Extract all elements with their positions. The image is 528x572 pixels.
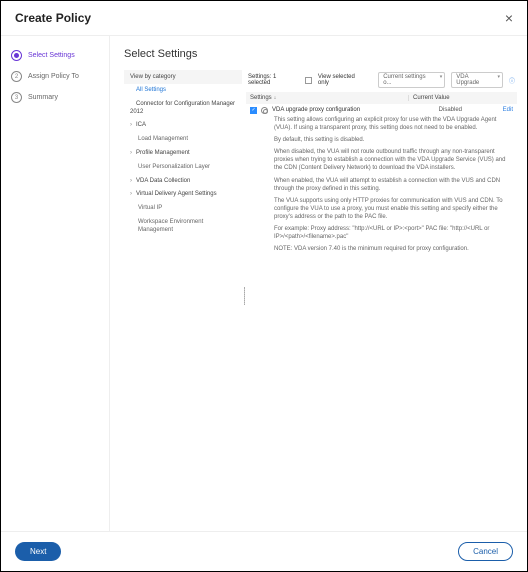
dialog-footer: Next Cancel [1, 531, 527, 571]
settings-rows: VDA upgrade proxy configuration Disabled… [246, 104, 517, 521]
cat-vda-data-collection[interactable]: ›VDA Data Collection [124, 175, 242, 189]
view-selected-label: View selected only [318, 74, 366, 86]
cat-virtual-ip[interactable]: Virtual IP [124, 202, 242, 216]
cat-ica[interactable]: ›ICA [124, 119, 242, 133]
col-current-value[interactable]: Current Value [413, 95, 493, 101]
step-select-settings[interactable]: Select Settings [11, 50, 99, 61]
sort-icon: ↓ [274, 95, 277, 101]
next-button[interactable]: Next [15, 542, 61, 561]
settings-detail: Settings: 1 selected View selected only … [246, 70, 517, 521]
step-number-icon: 2 [11, 71, 22, 82]
cat-all-settings[interactable]: All Settings [124, 84, 242, 98]
settings-toolbar: Settings: 1 selected View selected only … [246, 70, 517, 92]
setting-name: VDA upgrade proxy configuration [272, 107, 435, 113]
dialog-title: Create Policy [15, 11, 91, 25]
step-active-icon [11, 50, 22, 61]
step-number-icon: 3 [11, 92, 22, 103]
main-panel: Select Settings View by category All Set… [110, 36, 527, 531]
col-settings[interactable]: Settings↓ [250, 95, 404, 101]
row-checkbox[interactable] [250, 107, 257, 114]
settings-table-header: Settings↓ Current Value [246, 92, 517, 104]
panel-title: Select Settings [124, 48, 517, 60]
settings-content: View by category All Settings Connector … [124, 70, 517, 521]
close-icon[interactable]: × [505, 11, 513, 25]
setting-row-vda-upgrade-proxy: VDA upgrade proxy configuration Disabled… [246, 104, 517, 262]
cat-workspace-env-mgmt[interactable]: Workspace Environment Management [124, 216, 242, 238]
cat-load-management[interactable]: Load Management [124, 133, 242, 147]
wizard-steps: Select Settings 2 Assign Policy To 3 Sum… [1, 36, 109, 531]
version-filter-select[interactable]: Current settings o... [378, 72, 445, 88]
cat-connector-cm2012[interactable]: Connector for Configuration Manager 2012 [124, 98, 242, 120]
category-list: All Settings Connector for Configuration… [124, 84, 242, 521]
selected-count: Settings: 1 selected [248, 74, 299, 86]
setting-value: Disabled [439, 107, 499, 113]
setting-description: This setting allows configuring an expli… [250, 114, 513, 259]
gear-icon [261, 107, 268, 114]
step-assign-policy-to[interactable]: 2 Assign Policy To [11, 71, 99, 82]
vda-upgrade-filter[interactable]: VDA Upgrade [451, 72, 503, 88]
edit-link[interactable]: Edit [503, 107, 513, 113]
category-header: View by category [124, 70, 242, 84]
view-selected-checkbox[interactable] [305, 77, 312, 84]
step-summary[interactable]: 3 Summary [11, 92, 99, 103]
cancel-button[interactable]: Cancel [458, 542, 513, 561]
cat-user-personalization-layer[interactable]: User Personalization Layer [124, 161, 242, 175]
dialog-body: Select Settings 2 Assign Policy To 3 Sum… [1, 36, 527, 531]
info-icon[interactable]: ⓘ [509, 76, 515, 85]
cat-profile-management[interactable]: ›Profile Management [124, 147, 242, 161]
create-policy-dialog: Create Policy × Select Settings 2 Assign… [0, 0, 528, 572]
dialog-header: Create Policy × [1, 1, 527, 36]
category-column: View by category All Settings Connector … [124, 70, 242, 521]
cat-vda-agent-settings[interactable]: ›Virtual Delivery Agent Settings [124, 188, 242, 202]
